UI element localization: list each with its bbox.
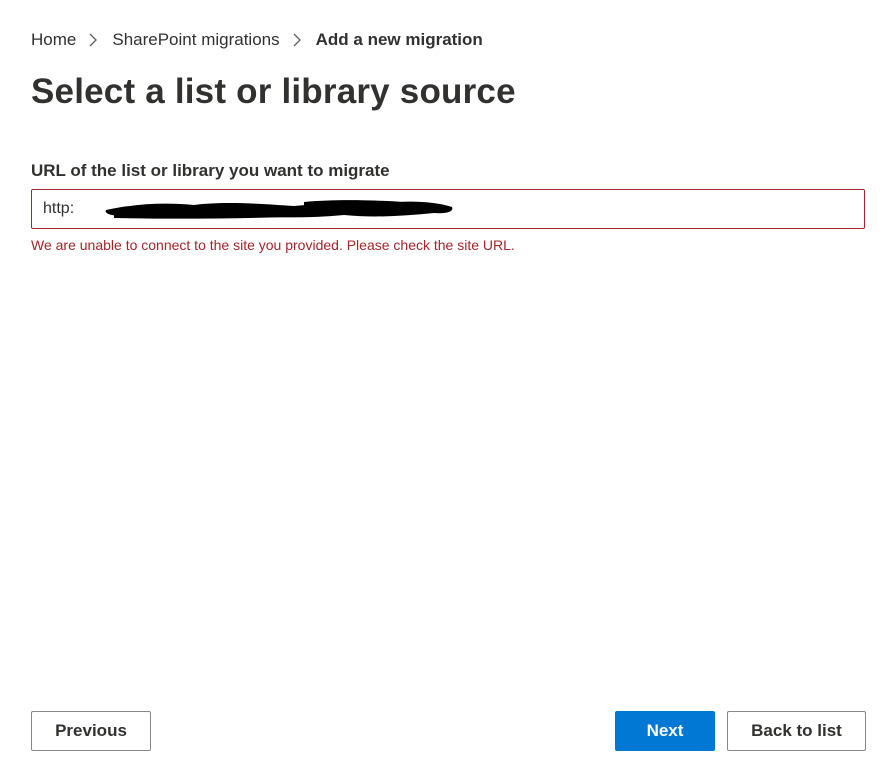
page-title: Select a list or library source [31, 72, 516, 111]
breadcrumb: Home SharePoint migrations Add a new mig… [31, 28, 483, 52]
breadcrumb-sharepoint-migrations[interactable]: SharePoint migrations [112, 30, 279, 50]
url-error-message: We are unable to connect to the site you… [31, 237, 515, 253]
breadcrumb-home[interactable]: Home [31, 30, 76, 50]
previous-button[interactable]: Previous [31, 711, 151, 751]
chevron-right-icon [88, 33, 98, 47]
breadcrumb-current-page: Add a new migration [315, 30, 483, 49]
back-to-list-button[interactable]: Back to list [727, 711, 866, 751]
url-field-label: URL of the list or library you want to m… [31, 161, 390, 180]
next-button[interactable]: Next [615, 711, 715, 751]
url-input[interactable] [32, 190, 864, 228]
url-input-container [31, 189, 865, 229]
chevron-right-icon [292, 33, 302, 47]
